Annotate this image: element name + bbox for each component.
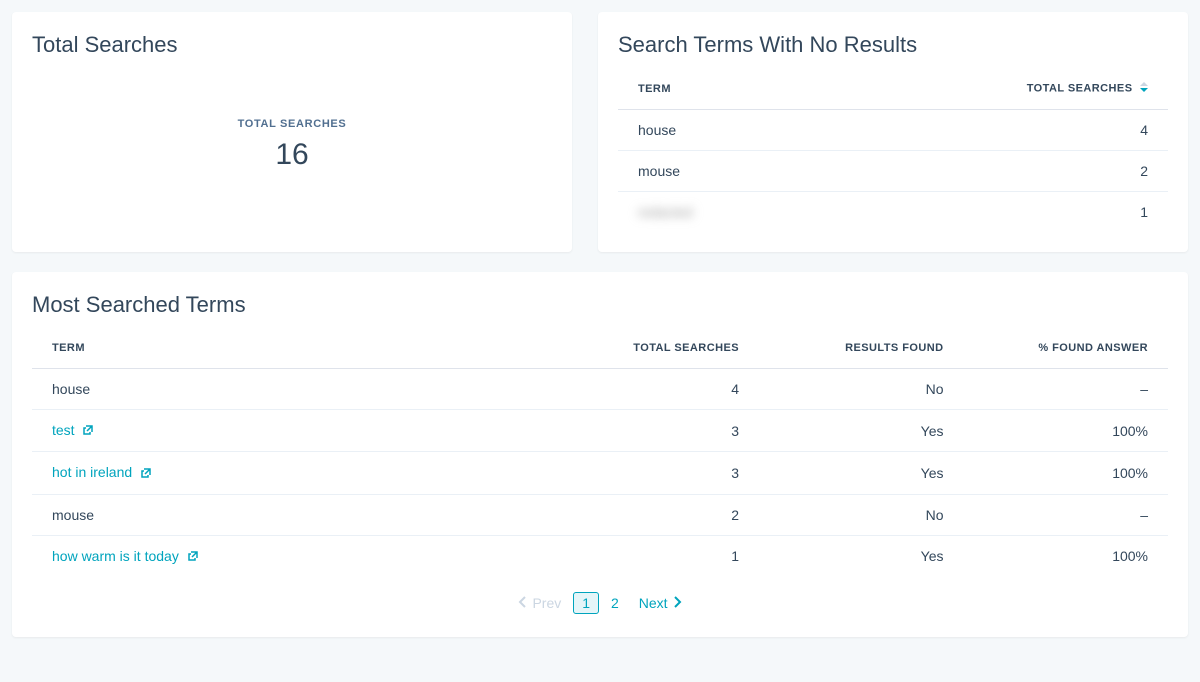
term-cell: test: [32, 410, 555, 452]
table-row: hot in ireland 3Yes100%: [32, 452, 1168, 494]
table-row: mouse2: [618, 151, 1168, 192]
results-cell: Yes: [759, 535, 963, 577]
kpi-wrap: TOTAL SEARCHES 16: [32, 68, 552, 232]
col-results[interactable]: RESULTS FOUND: [759, 328, 963, 369]
term-link[interactable]: how warm is it today: [52, 548, 199, 564]
term-cell: redacted: [618, 192, 821, 233]
col-total[interactable]: TOTAL SEARCHES: [555, 328, 759, 369]
no-results-card: Search Terms With No Results TERM TOTAL …: [598, 12, 1188, 252]
col-total-label: TOTAL SEARCHES: [1027, 82, 1133, 94]
term-cell: house: [618, 110, 821, 151]
total-cell: 3: [555, 410, 759, 452]
total-cell: 3: [555, 452, 759, 494]
results-cell: Yes: [759, 410, 963, 452]
table-row: redacted1: [618, 192, 1168, 233]
total-cell: 2: [555, 494, 759, 535]
term-link[interactable]: test: [52, 422, 94, 438]
col-pct[interactable]: % FOUND ANSWER: [964, 328, 1169, 369]
total-cell: 4: [821, 110, 1168, 151]
term-text: house: [52, 381, 90, 397]
total-cell: 2: [821, 151, 1168, 192]
term-text: mouse: [52, 507, 94, 523]
card-title: Most Searched Terms: [32, 292, 1168, 318]
kpi-value: 16: [32, 138, 552, 172]
term-cell: hot in ireland: [32, 452, 555, 494]
page-number[interactable]: 2: [603, 593, 627, 613]
col-term[interactable]: TERM: [618, 68, 821, 110]
term-cell: mouse: [32, 494, 555, 535]
external-link-icon: [140, 466, 152, 482]
pagination: Prev 1 2 Next: [32, 577, 1168, 617]
term-cell: how warm is it today: [32, 535, 555, 577]
card-title: Total Searches: [32, 32, 552, 58]
total-cell: 1: [821, 192, 1168, 233]
pct-cell: 100%: [964, 535, 1169, 577]
total-cell: 1: [555, 535, 759, 577]
term-cell: house: [32, 369, 555, 410]
page-number[interactable]: 1: [573, 592, 599, 614]
table-row: how warm is it today 1Yes100%: [32, 535, 1168, 577]
next-button[interactable]: Next: [639, 595, 682, 611]
term-link[interactable]: hot in ireland: [52, 464, 152, 480]
col-term[interactable]: TERM: [32, 328, 555, 369]
table-row: test 3Yes100%: [32, 410, 1168, 452]
most-searched-card: Most Searched Terms TERM TOTAL SEARCHES …: [12, 272, 1188, 637]
table-row: house4: [618, 110, 1168, 151]
chevron-left-icon: [518, 595, 528, 611]
external-link-icon: [82, 423, 94, 439]
prev-label: Prev: [532, 595, 561, 611]
results-cell: No: [759, 494, 963, 535]
chevron-right-icon: [672, 595, 682, 611]
sort-icon: [1140, 82, 1148, 95]
no-results-table: TERM TOTAL SEARCHES house4mouse2redacted…: [618, 68, 1168, 232]
external-link-icon: [187, 549, 199, 565]
table-row: mouse 2No–: [32, 494, 1168, 535]
kpi-label: TOTAL SEARCHES: [32, 118, 552, 130]
table-row: house 4No–: [32, 369, 1168, 410]
total-searches-card: Total Searches TOTAL SEARCHES 16: [12, 12, 572, 252]
prev-button[interactable]: Prev: [518, 595, 561, 611]
next-label: Next: [639, 595, 668, 611]
term-cell: mouse: [618, 151, 821, 192]
pct-cell: 100%: [964, 452, 1169, 494]
col-total-searches[interactable]: TOTAL SEARCHES: [821, 68, 1168, 110]
results-cell: Yes: [759, 452, 963, 494]
total-cell: 4: [555, 369, 759, 410]
results-cell: No: [759, 369, 963, 410]
pct-cell: 100%: [964, 410, 1169, 452]
card-title: Search Terms With No Results: [618, 32, 1168, 58]
most-searched-table: TERM TOTAL SEARCHES RESULTS FOUND % FOUN…: [32, 328, 1168, 577]
pct-cell: –: [964, 494, 1169, 535]
pct-cell: –: [964, 369, 1169, 410]
